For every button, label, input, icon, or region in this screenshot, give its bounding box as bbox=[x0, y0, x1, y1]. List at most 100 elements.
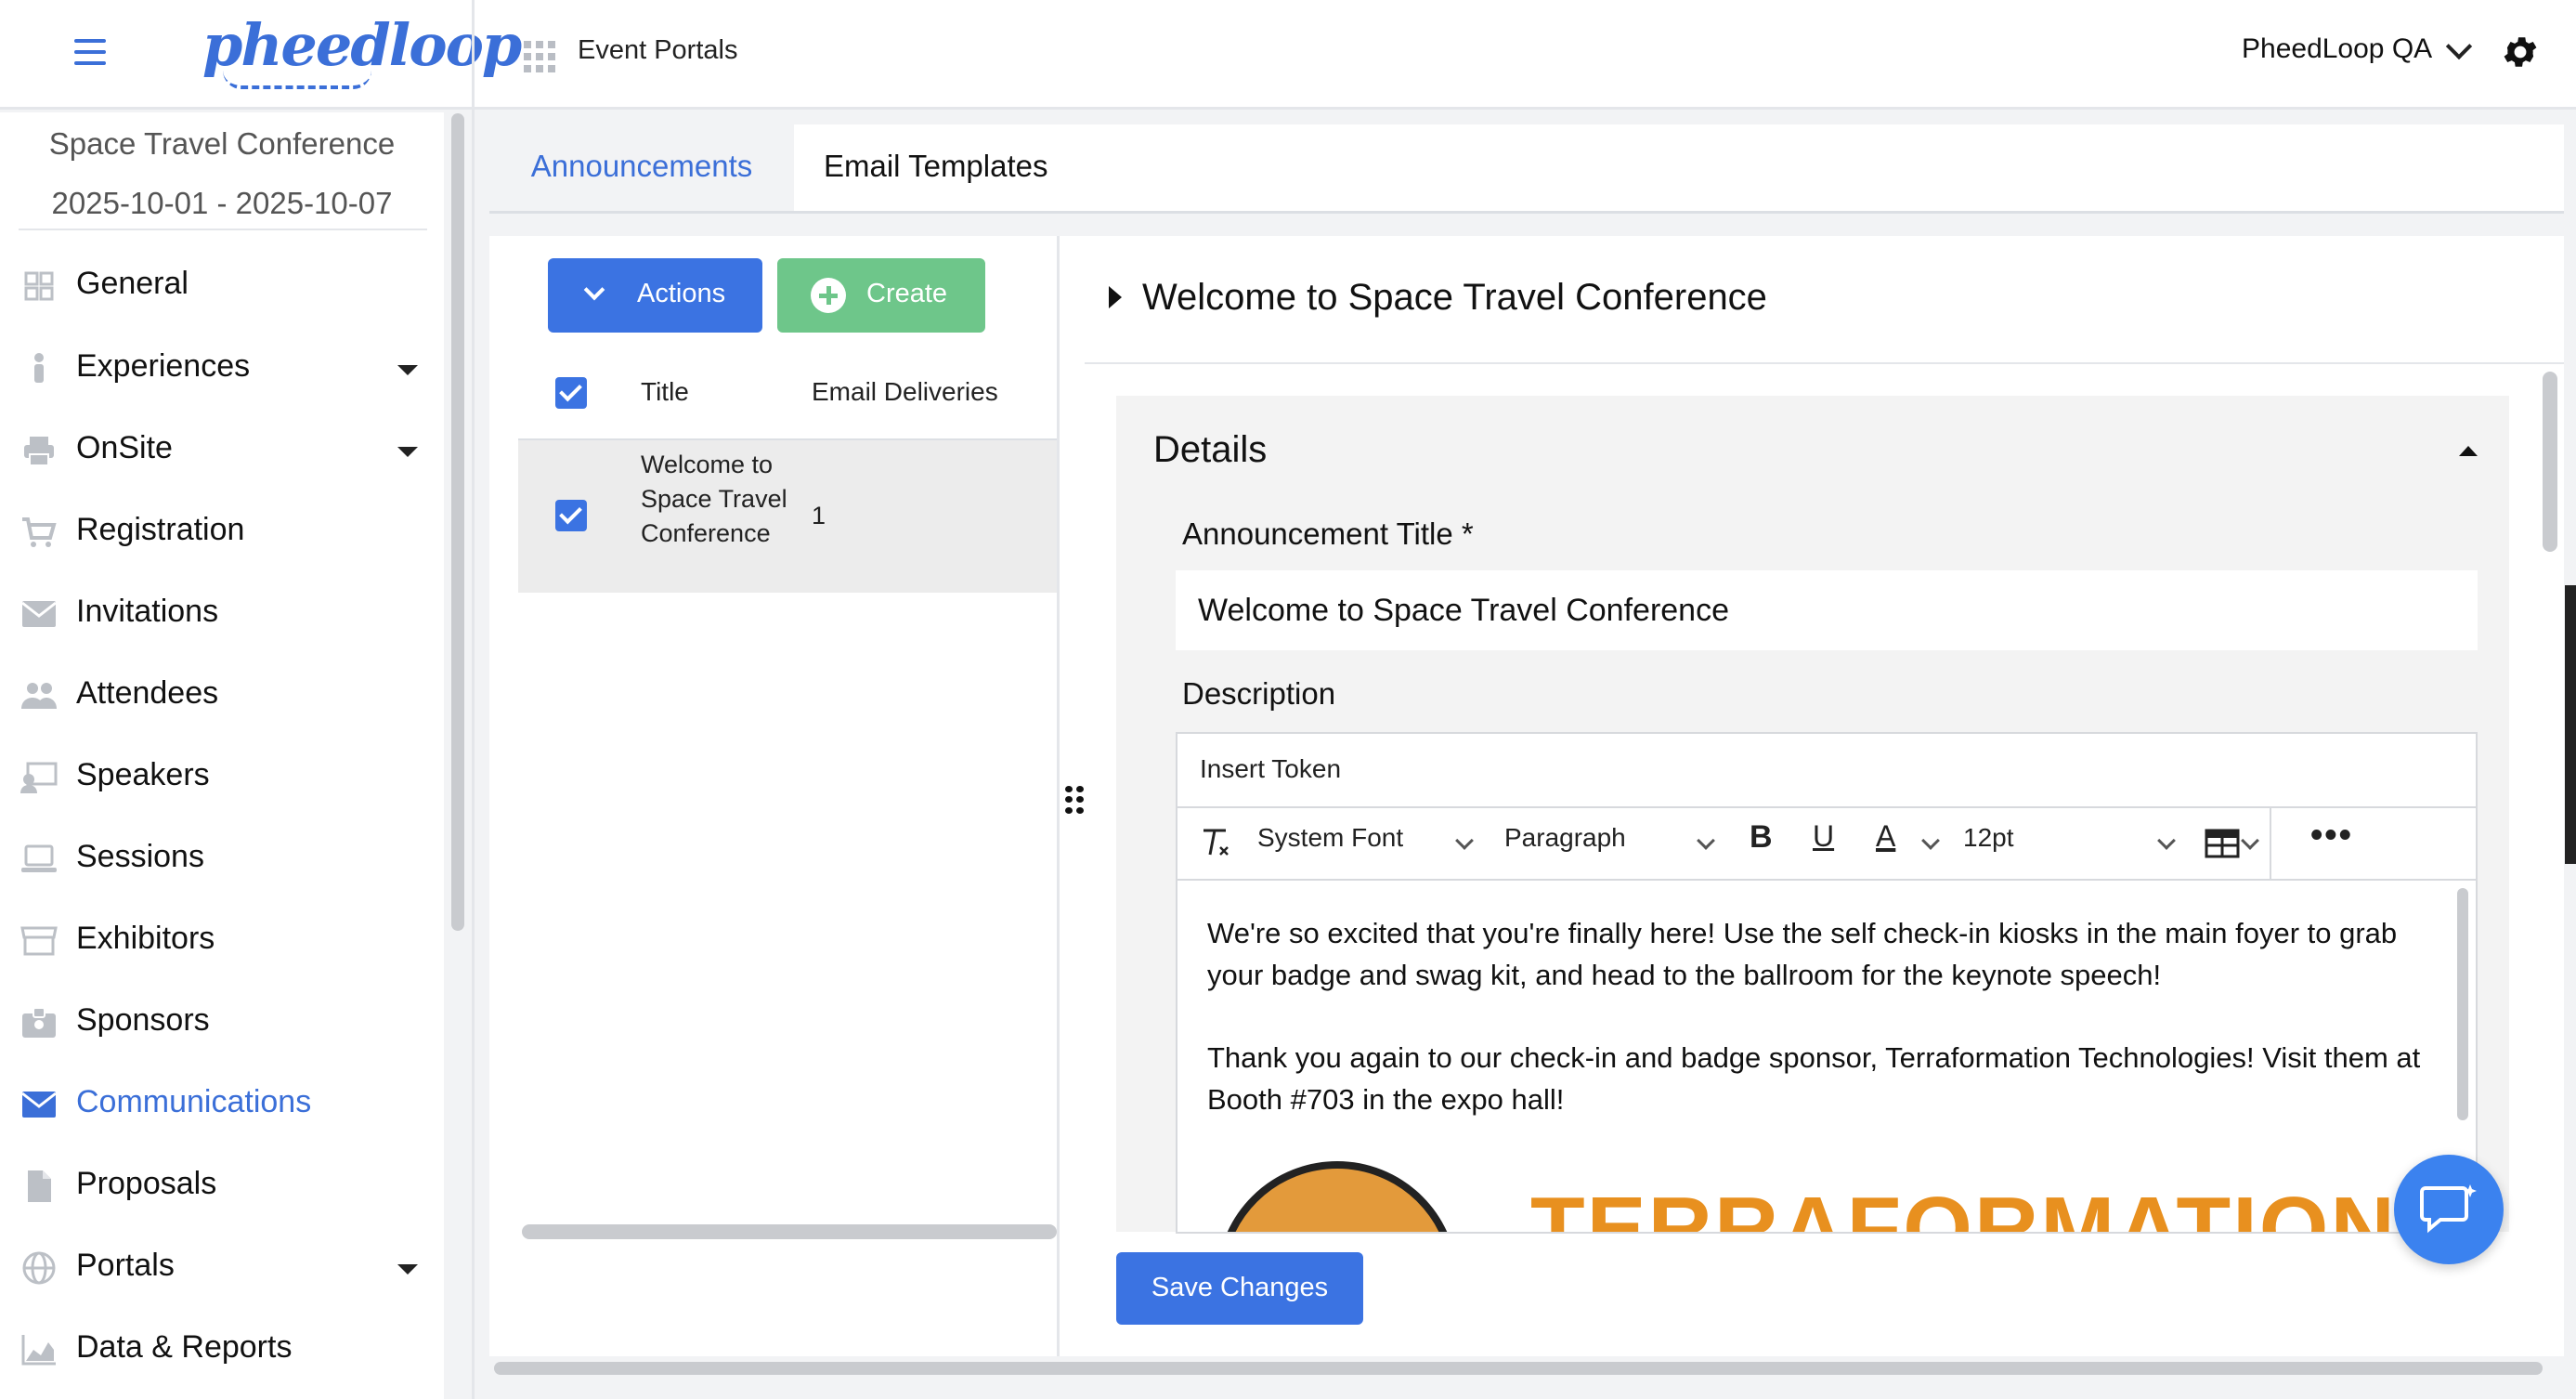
font-family-select[interactable]: System Font bbox=[1257, 823, 1403, 853]
row-title[interactable]: Welcome to Space Travel Conference bbox=[641, 448, 789, 551]
document-icon bbox=[28, 1170, 51, 1202]
sidebar-item-experiences[interactable]: Experiences bbox=[0, 335, 444, 400]
sidebar-item-portals[interactable]: Portals bbox=[0, 1235, 444, 1300]
person-icon bbox=[34, 353, 44, 383]
sidebar-item-sessions[interactable]: Sessions bbox=[0, 826, 444, 891]
top-bar: pheedloop Event Portals PheedLoop QA bbox=[0, 0, 2576, 110]
chevron-down-icon[interactable] bbox=[2157, 831, 2176, 850]
content-horizontal-scrollbar[interactable] bbox=[494, 1362, 2543, 1375]
announcement-heading: Welcome to Space Travel Conference bbox=[1142, 277, 1767, 318]
envelope-icon bbox=[21, 601, 57, 627]
rich-text-editor[interactable]: Insert Token System Font Paragraph B U A… bbox=[1176, 732, 2478, 1234]
caret-up-icon[interactable] bbox=[2459, 446, 2478, 456]
column-header-title[interactable]: Title bbox=[641, 377, 689, 407]
body-paragraph: We're so excited that you're finally her… bbox=[1207, 917, 2398, 991]
sidebar-item-label: General bbox=[76, 266, 189, 301]
sidebar-item-label: Attendees bbox=[76, 675, 219, 711]
sidebar-item-general[interactable]: General bbox=[0, 253, 444, 318]
sidebar-item-attendees[interactable]: Attendees bbox=[0, 662, 444, 727]
chart-icon bbox=[21, 1335, 56, 1366]
sponsor-planet-logo bbox=[1216, 1161, 1458, 1232]
bold-icon[interactable]: B bbox=[1750, 819, 1773, 856]
clear-format-icon[interactable] bbox=[1200, 825, 1231, 860]
details-heading: Details bbox=[1153, 429, 1268, 470]
chevron-down-icon[interactable] bbox=[1921, 831, 1940, 850]
sidebar-item-invitations[interactable]: Invitations bbox=[0, 581, 444, 646]
speaker-icon bbox=[20, 762, 58, 793]
caret-right-icon[interactable] bbox=[1109, 286, 1122, 308]
store-icon bbox=[20, 926, 58, 956]
more-icon[interactable]: ••• bbox=[2310, 816, 2353, 856]
insert-token-menu[interactable]: Insert Token bbox=[1200, 754, 1341, 784]
editor-scrollbar[interactable] bbox=[2457, 888, 2468, 1120]
actions-button[interactable]: Actions bbox=[548, 258, 762, 333]
sidebar-item-speakers[interactable]: Speakers bbox=[0, 744, 444, 809]
apps-grid-icon[interactable] bbox=[524, 41, 555, 72]
sidebar-item-registration[interactable]: Registration bbox=[0, 499, 444, 564]
underline-icon[interactable]: U bbox=[1813, 819, 1834, 854]
font-size-select[interactable]: 12pt bbox=[1963, 823, 2014, 853]
people-icon bbox=[21, 683, 57, 709]
chat-button[interactable] bbox=[2394, 1155, 2504, 1264]
row-checkbox[interactable] bbox=[555, 500, 587, 531]
plus-circle-icon bbox=[811, 278, 846, 313]
globe-icon bbox=[22, 1251, 56, 1285]
menu-icon[interactable] bbox=[74, 39, 106, 69]
sidebar-item-onsite[interactable]: OnSite bbox=[0, 417, 444, 482]
sidebar-item-data-reports[interactable]: Data & Reports bbox=[0, 1316, 444, 1381]
table-icon[interactable] bbox=[2205, 829, 2240, 858]
editor-content[interactable]: We're so excited that you're finally her… bbox=[1207, 912, 2424, 1161]
sponsor-logo-text: TERRAFORMATION bbox=[1530, 1179, 2397, 1234]
pane-divider bbox=[1057, 236, 1060, 1356]
sidebar-item-label: Communications bbox=[76, 1084, 312, 1119]
logo-arc bbox=[223, 71, 371, 89]
sidebar-scrollbar[interactable] bbox=[451, 113, 464, 931]
toolbar-divider bbox=[2270, 808, 2271, 881]
event-portals-link[interactable]: Event Portals bbox=[578, 35, 737, 66]
badge-icon bbox=[22, 1007, 56, 1038]
chat-bubble-icon bbox=[2420, 1184, 2477, 1234]
chevron-down-icon[interactable] bbox=[1455, 831, 1474, 850]
topbar-divider bbox=[472, 0, 475, 110]
sidebar-item-label: Registration bbox=[76, 512, 245, 547]
actions-label: Actions bbox=[637, 279, 726, 308]
chevron-down-icon[interactable] bbox=[2445, 33, 2473, 60]
sidebar-item-label: Speakers bbox=[76, 757, 210, 792]
caret-down-icon[interactable] bbox=[397, 1264, 418, 1275]
caret-down-icon[interactable] bbox=[397, 365, 418, 375]
sidebar-item-label: OnSite bbox=[76, 430, 173, 465]
create-button[interactable]: Create bbox=[777, 258, 985, 333]
select-all-checkbox[interactable] bbox=[555, 377, 587, 409]
editor-toolbar: System Font Paragraph B U A 12pt ••• bbox=[1177, 806, 2476, 881]
text-color-icon[interactable]: A bbox=[1876, 819, 1895, 854]
create-label: Create bbox=[866, 279, 948, 308]
divider bbox=[19, 229, 427, 230]
pheedloop-logo[interactable]: pheedloop bbox=[202, 11, 522, 91]
caret-down-icon[interactable] bbox=[397, 447, 418, 457]
laptop-icon bbox=[21, 844, 57, 872]
chevron-down-icon[interactable] bbox=[1697, 831, 1715, 850]
grid-icon bbox=[24, 271, 54, 301]
tab-email-templates[interactable]: Email Templates bbox=[824, 124, 1048, 211]
sidebar-item-exhibitors[interactable]: Exhibitors bbox=[0, 908, 444, 973]
event-name: Space Travel Conference bbox=[48, 126, 396, 161]
announcement-title-label: Announcement Title * bbox=[1182, 516, 1474, 551]
column-header-email-deliveries[interactable]: Email Deliveries bbox=[812, 377, 998, 407]
list-horizontal-scrollbar[interactable] bbox=[522, 1224, 1057, 1239]
sidebar-item-sponsors[interactable]: Sponsors bbox=[0, 989, 444, 1054]
announcement-title-input[interactable] bbox=[1176, 570, 2478, 650]
drag-handle-icon[interactable] bbox=[1065, 786, 1084, 814]
account-name[interactable]: PheedLoop QA bbox=[2242, 33, 2432, 65]
save-changes-button[interactable]: Save Changes bbox=[1116, 1252, 1363, 1325]
chevron-down-icon[interactable] bbox=[2241, 831, 2259, 850]
tab-announcements[interactable]: Announcements bbox=[489, 124, 794, 211]
sidebar-item-communications[interactable]: Communications bbox=[0, 1071, 444, 1136]
sidebar-item-proposals[interactable]: Proposals bbox=[0, 1153, 444, 1218]
event-dates: 2025-10-01 - 2025-10-07 bbox=[51, 186, 393, 220]
gear-icon[interactable] bbox=[2500, 32, 2541, 72]
sidebar-item-label: Experiences bbox=[76, 348, 251, 384]
block-format-select[interactable]: Paragraph bbox=[1504, 823, 1626, 853]
sidebar-item-label: Portals bbox=[76, 1248, 175, 1283]
row-email-deliveries: 1 bbox=[812, 502, 826, 530]
details-scrollbar[interactable] bbox=[2543, 372, 2557, 552]
